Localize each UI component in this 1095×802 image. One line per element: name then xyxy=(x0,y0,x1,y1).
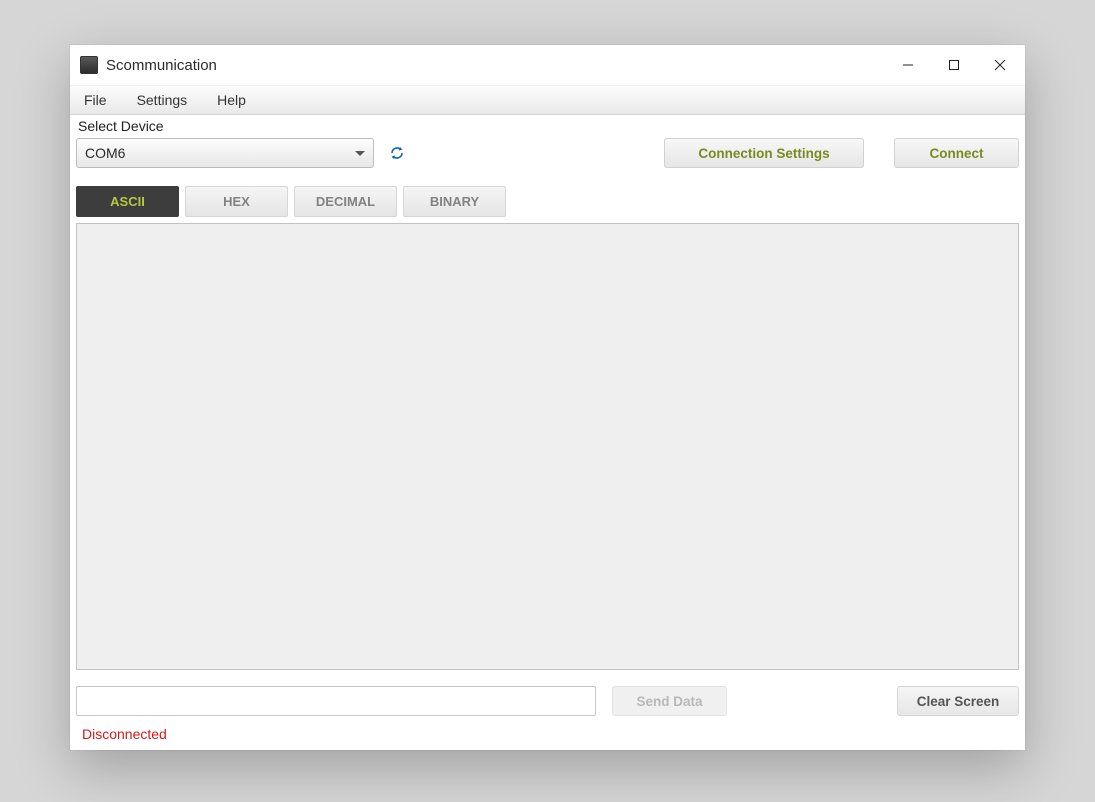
format-tabs: ASCII HEX DECIMAL BINARY xyxy=(76,186,1019,217)
tab-binary[interactable]: BINARY xyxy=(403,186,506,217)
title-bar: Scommunication xyxy=(70,45,1025,85)
window-title: Scommunication xyxy=(106,57,217,74)
close-icon xyxy=(994,59,1006,71)
close-button[interactable] xyxy=(977,49,1023,81)
menu-file[interactable]: File xyxy=(78,90,113,110)
device-selected-value: COM6 xyxy=(85,145,125,161)
tab-ascii[interactable]: ASCII xyxy=(76,186,179,217)
connect-button[interactable]: Connect xyxy=(894,138,1019,168)
menu-bar: File Settings Help xyxy=(70,85,1025,115)
menu-settings[interactable]: Settings xyxy=(131,90,194,110)
tab-hex[interactable]: HEX xyxy=(185,186,288,217)
tab-decimal[interactable]: DECIMAL xyxy=(294,186,397,217)
send-input[interactable] xyxy=(76,686,596,716)
menu-help[interactable]: Help xyxy=(211,90,252,110)
app-icon xyxy=(80,56,98,74)
refresh-button[interactable] xyxy=(388,144,406,162)
select-device-label: Select Device xyxy=(78,118,1019,134)
refresh-icon xyxy=(389,145,405,161)
device-select[interactable]: COM6 xyxy=(76,138,374,168)
maximize-icon xyxy=(948,59,960,71)
send-data-button: Send Data xyxy=(612,686,727,716)
content-area: Select Device COM6 Connection Settings C… xyxy=(70,115,1025,750)
device-row: COM6 Connection Settings Connect xyxy=(76,138,1019,168)
minimize-button[interactable] xyxy=(885,49,931,81)
send-row: Send Data Clear Screen xyxy=(76,686,1019,716)
clear-screen-button[interactable]: Clear Screen xyxy=(897,686,1019,716)
output-panel xyxy=(76,223,1019,670)
connection-settings-button[interactable]: Connection Settings xyxy=(664,138,864,168)
connection-status: Disconnected xyxy=(82,726,1019,742)
chevron-down-icon xyxy=(355,151,365,156)
app-window: Scommunication File Settings Help Select… xyxy=(70,45,1025,750)
maximize-button[interactable] xyxy=(931,49,977,81)
minimize-icon xyxy=(902,59,914,71)
